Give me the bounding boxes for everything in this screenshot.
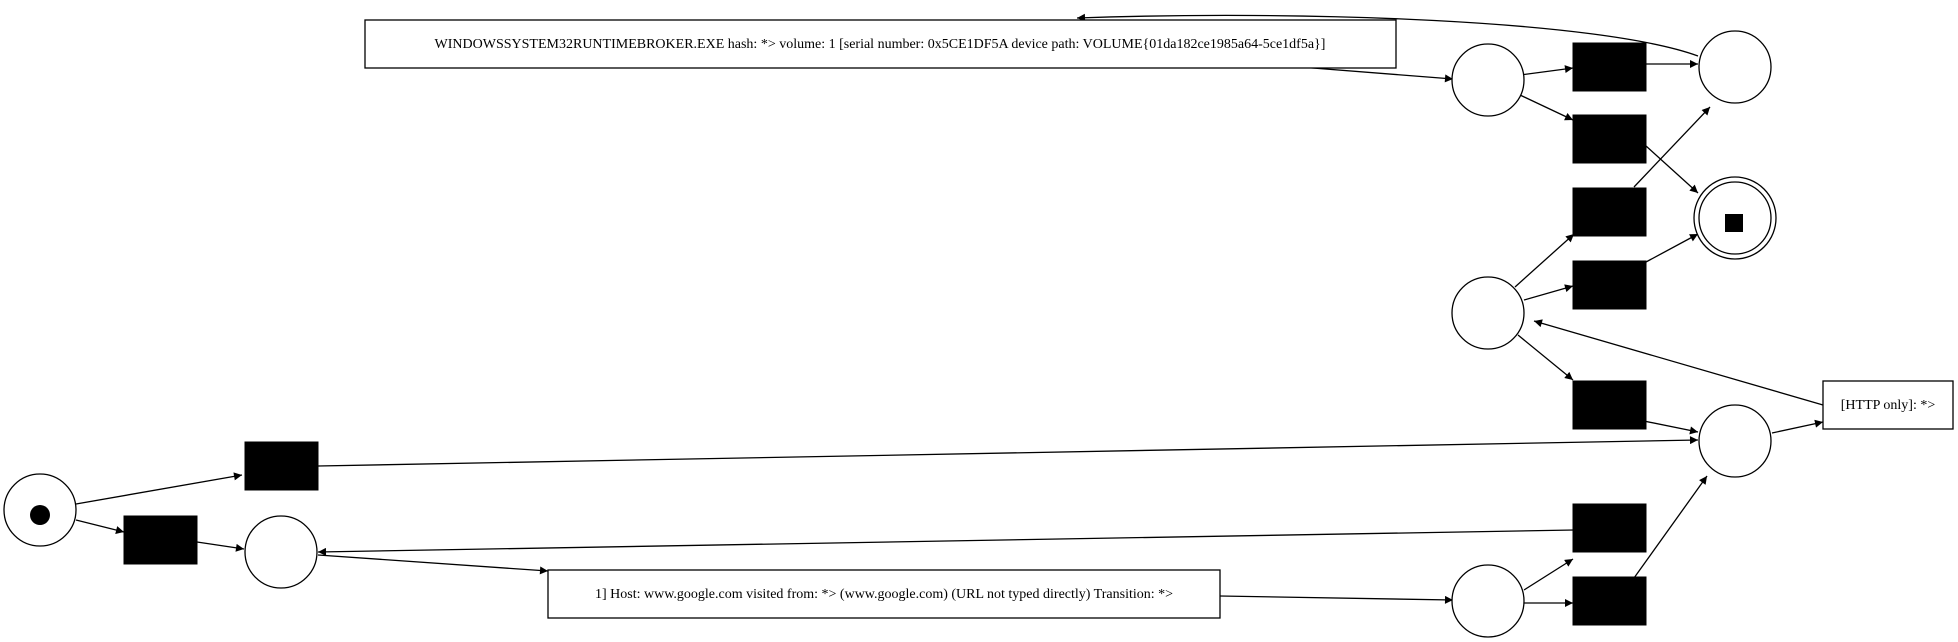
edge (1645, 233, 1699, 263)
transition (244, 441, 319, 491)
edge (317, 529, 1575, 556)
transition (1572, 576, 1647, 626)
edge (317, 554, 549, 575)
edge (1514, 233, 1575, 288)
labelled-transition-http-only: [HTTP only]: *> (1822, 380, 1954, 430)
edge (1219, 595, 1454, 604)
edge (1299, 66, 1454, 83)
edge (1523, 284, 1574, 301)
place (1698, 404, 1772, 478)
transitions (123, 42, 1647, 626)
final-marker-icon (1725, 214, 1743, 232)
place (1451, 43, 1525, 117)
edge (1519, 94, 1574, 121)
labelled-transition-runtime-broker: WINDOWSSYSTEM32RUNTIMEBROKER.EXE hash: *… (364, 19, 1397, 69)
places (3, 30, 1777, 638)
token-icon (30, 505, 50, 525)
transition-label: WINDOWSSYSTEM32RUNTIMEBROKER.EXE hash: *… (435, 37, 1326, 52)
transition-label: [HTTP only]: *> (1841, 398, 1936, 413)
transition (1572, 187, 1647, 237)
transition-label: 1] Host: www.google.com visited from: *>… (595, 587, 1173, 602)
labelled-transition-google-host: 1] Host: www.google.com visited from: *>… (547, 569, 1221, 619)
edge (75, 472, 243, 505)
edge (1519, 65, 1574, 76)
petri-net-diagram: WINDOWSSYSTEM32RUNTIMEBROKER.EXE hash: *… (3, 13, 1954, 638)
transition (1572, 260, 1647, 310)
transition (1572, 114, 1647, 164)
edge (317, 436, 1699, 467)
place (1451, 564, 1525, 638)
place (1698, 30, 1772, 104)
place (244, 515, 318, 589)
edge (1517, 334, 1574, 381)
edge (1523, 558, 1574, 591)
transition (1572, 380, 1647, 430)
edge (1645, 145, 1699, 194)
edge (1771, 419, 1824, 434)
transition (1572, 503, 1647, 553)
edge (196, 541, 245, 552)
edge (75, 519, 125, 534)
place (1451, 276, 1525, 350)
edges (75, 13, 1824, 607)
transition (1572, 42, 1647, 92)
transition (123, 515, 198, 565)
